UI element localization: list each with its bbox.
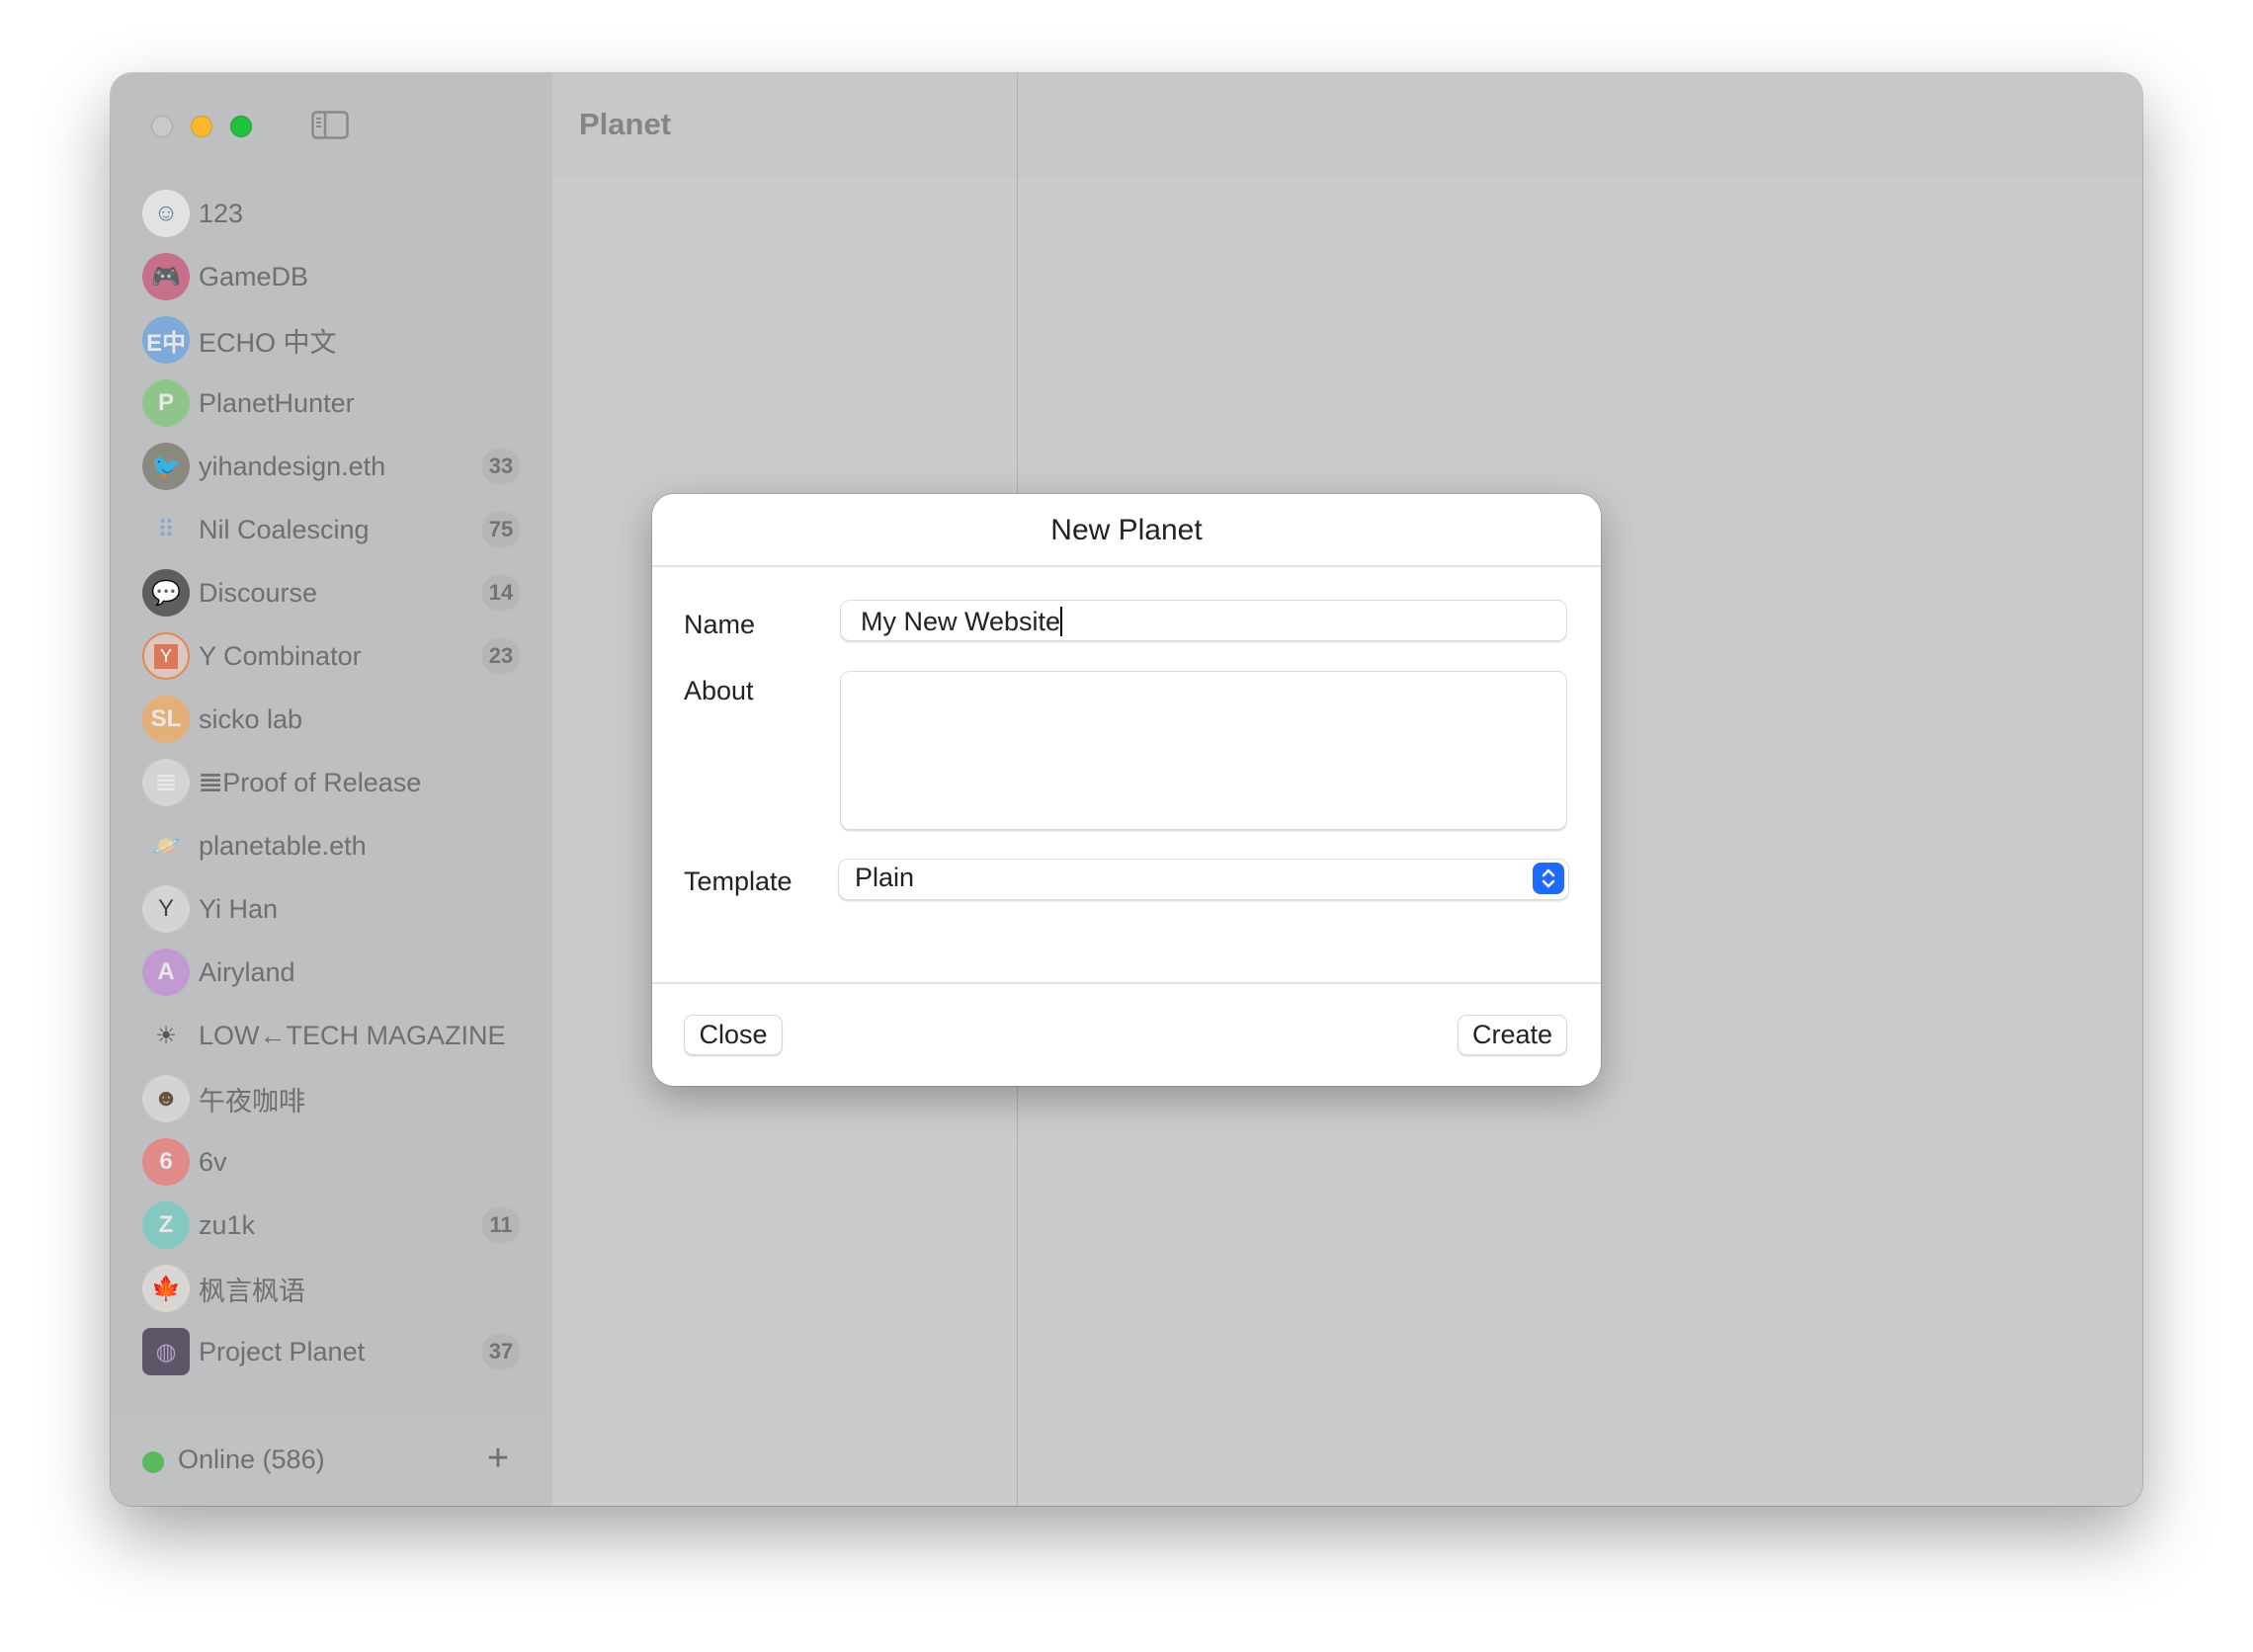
name-input[interactable]: My New Website — [840, 600, 1567, 641]
chevron-up-down-icon — [1533, 863, 1564, 894]
about-label: About — [684, 676, 754, 705]
close-button[interactable]: Close — [684, 1015, 783, 1055]
name-input-value: My New Website — [861, 607, 1061, 636]
name-label: Name — [684, 610, 756, 639]
about-textarea[interactable] — [840, 671, 1567, 830]
template-select[interactable]: Plain — [838, 859, 1569, 900]
dialog-title: New Planet — [1050, 513, 1203, 546]
template-label: Template — [684, 867, 793, 896]
footer-divider — [652, 982, 1601, 984]
create-button[interactable]: Create — [1458, 1015, 1567, 1055]
template-select-value: Plain — [855, 863, 915, 892]
header-divider — [652, 565, 1601, 567]
text-caret — [1060, 607, 1063, 636]
new-planet-dialog: New Planet Name My New Website About Tem… — [652, 494, 1601, 1086]
